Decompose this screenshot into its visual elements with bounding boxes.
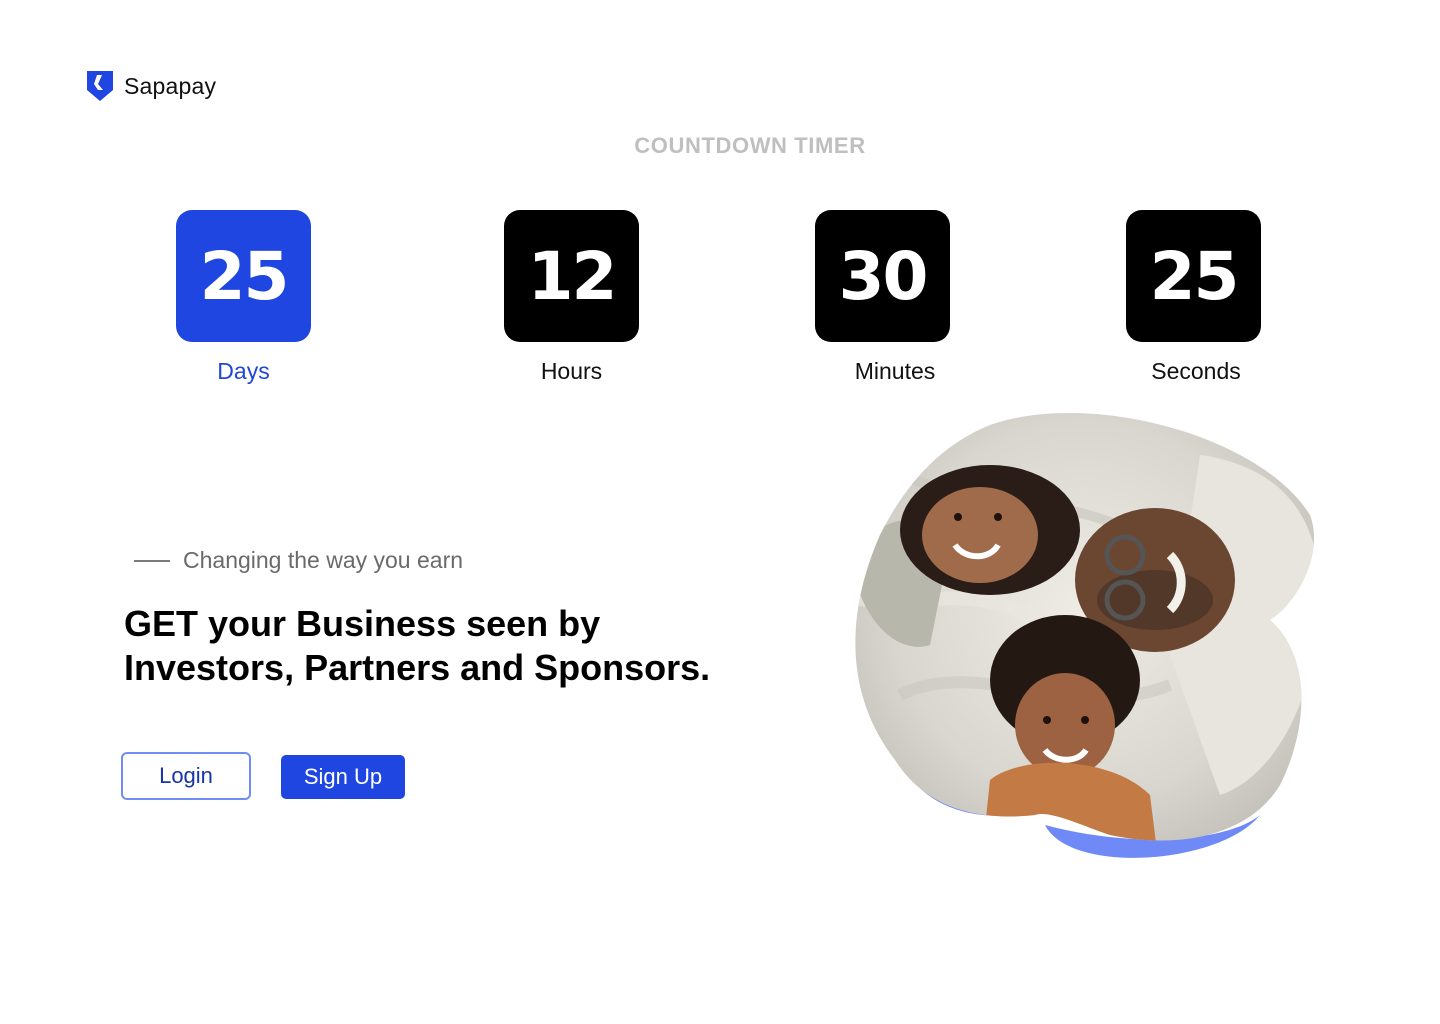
hours-tile: 12 [504, 210, 639, 342]
seconds-value: 25 [1149, 237, 1240, 315]
hours-value: 12 [527, 237, 618, 315]
days-tile: 25 [176, 210, 311, 342]
hours-label: Hours [540, 358, 603, 384]
headline-line-1: GET your Business seen by [124, 603, 601, 644]
minutes-tile: 30 [815, 210, 950, 342]
seconds-label: Seconds [1151, 358, 1241, 384]
shield-icon [87, 71, 113, 101]
hero-headline: GET your Business seen by Investors, Par… [124, 602, 824, 690]
hero-image [855, 412, 1315, 858]
minutes-label: Minutes [854, 358, 936, 384]
brand-name: Sapapay [124, 72, 217, 99]
login-button[interactable]: Login [121, 752, 251, 800]
days-label: Days [217, 358, 270, 384]
days-value: 25 [199, 237, 290, 315]
signup-button[interactable]: Sign Up [281, 755, 405, 799]
countdown-title: COUNTDOWN TIMER [634, 133, 866, 158]
headline-line-2: Investors, Partners and Sponsors. [124, 647, 711, 688]
brand-logo[interactable]: Sapapay [86, 70, 216, 102]
minutes-value: 30 [838, 237, 929, 315]
tagline-divider [134, 560, 170, 562]
seconds-tile: 25 [1126, 210, 1261, 342]
tagline: Changing the way you earn [183, 547, 464, 573]
